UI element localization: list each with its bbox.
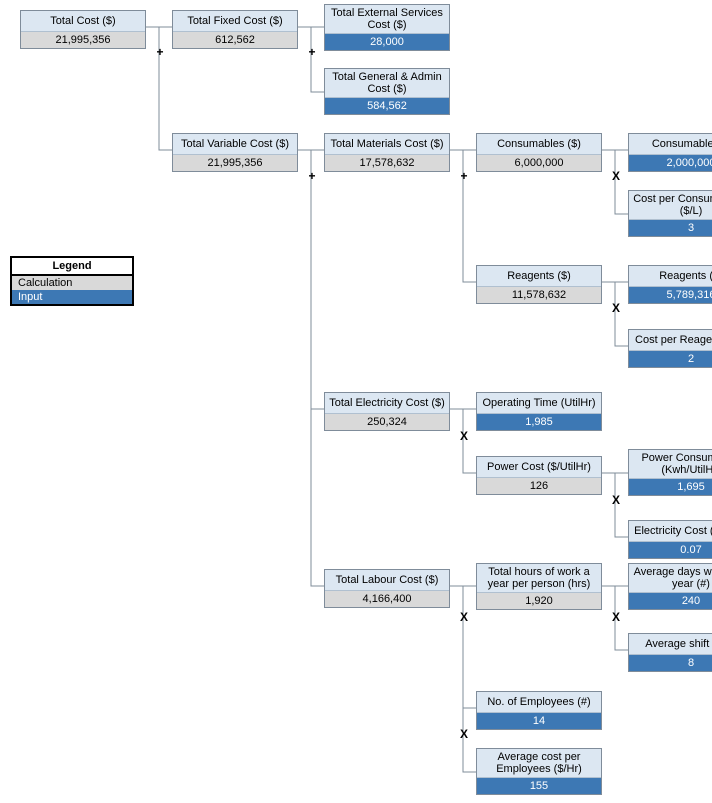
op-times: X [458,430,470,442]
node-value: 5,789,316 [629,287,712,303]
node-title: Electricity Cost ($/Kwh) [629,521,712,542]
node-value: 1,695 [629,479,712,495]
node-power-cost: Power Cost ($/UtilHr) 126 [476,456,602,495]
op-plus: + [306,46,318,58]
node-title: Consumable (L) [629,134,712,155]
node-title: Average days worked a year (#) [629,564,712,593]
node-value: 1,920 [477,593,601,609]
op-times: X [458,611,470,623]
op-times: X [610,170,622,182]
node-total-materials: Total Materials Cost ($) 17,578,632 [324,133,450,172]
node-value: 4,166,400 [325,591,449,607]
node-value: 8 [629,655,712,671]
node-value: 2,000,000 [629,155,712,171]
node-reagents: Reagents ($) 11,578,632 [476,265,602,304]
node-hours-per-person: Total hours of work a year per person (h… [476,563,602,610]
node-ext-services: Total External Services Cost ($) 28,000 [324,4,450,51]
node-consumable-l: Consumable (L) 2,000,000 [628,133,712,172]
node-reagents-l: Reagents (L) 5,789,316 [628,265,712,304]
node-consumables: Consumables ($) 6,000,000 [476,133,602,172]
node-title: Reagents ($) [477,266,601,287]
legend-title: Legend [12,258,132,276]
node-title: Average cost per Employees ($/Hr) [477,749,601,778]
node-avg-days: Average days worked a year (#) 240 [628,563,712,610]
node-title: Total Labour Cost ($) [325,570,449,591]
node-title: Total Fixed Cost ($) [173,11,297,32]
node-title: Average shift (Hrs) [629,634,712,655]
node-value: 11,578,632 [477,287,601,303]
node-title: Total General & Admin Cost ($) [325,69,449,98]
node-value: 126 [477,478,601,494]
node-value: 3 [629,220,712,236]
node-value: 17,578,632 [325,155,449,171]
node-title: Operating Time (UtilHr) [477,393,601,414]
node-cost-per-reagent: Cost per Reagent ($/L) 2 [628,329,712,368]
node-total-labour: Total Labour Cost ($) 4,166,400 [324,569,450,608]
op-times: X [610,494,622,506]
node-total-cost: Total Cost ($) 21,995,356 [20,10,146,49]
node-title: No. of Employees (#) [477,692,601,713]
node-elec-cost: Electricity Cost ($/Kwh) 0.07 [628,520,712,559]
op-plus: + [306,170,318,182]
legend-row-input: Input [12,290,132,304]
node-total-elec: Total Electricity Cost ($) 250,324 [324,392,450,431]
node-title: Total Cost ($) [21,11,145,32]
node-value: 155 [477,778,601,794]
node-title: Cost per Consumable L ($/L) [629,191,712,220]
node-title: Total Electricity Cost ($) [325,393,449,414]
node-value: 1,985 [477,414,601,430]
node-avg-cost-emp: Average cost per Employees ($/Hr) 155 [476,748,602,795]
node-num-emp: No. of Employees (#) 14 [476,691,602,730]
node-value: 584,562 [325,98,449,114]
node-title: Total hours of work a year per person (h… [477,564,601,593]
node-value: 14 [477,713,601,729]
node-value: 2 [629,351,712,367]
node-title: Consumables ($) [477,134,601,155]
node-gen-admin: Total General & Admin Cost ($) 584,562 [324,68,450,115]
node-title: Total Materials Cost ($) [325,134,449,155]
node-value: 0.07 [629,542,712,558]
node-value: 250,324 [325,414,449,430]
node-value: 612,562 [173,32,297,48]
node-value: 240 [629,593,712,609]
node-title: Power Cost ($/UtilHr) [477,457,601,478]
node-op-time: Operating Time (UtilHr) 1,985 [476,392,602,431]
node-value: 21,995,356 [21,32,145,48]
op-plus: + [458,170,470,182]
node-cost-per-cons-l: Cost per Consumable L ($/L) 3 [628,190,712,237]
node-value: 28,000 [325,34,449,50]
legend-row-calc: Calculation [12,276,132,290]
node-power-cons: Power Consumption (Kwh/UtilHr) 1,695 [628,449,712,496]
op-times: X [610,611,622,623]
node-title: Total External Services Cost ($) [325,5,449,34]
node-title: Total Variable Cost ($) [173,134,297,155]
node-value: 6,000,000 [477,155,601,171]
op-times: X [458,728,470,740]
op-times: X [610,302,622,314]
op-plus: + [154,46,166,58]
node-title: Cost per Reagent ($/L) [629,330,712,351]
node-value: 21,995,356 [173,155,297,171]
node-avg-shift: Average shift (Hrs) 8 [628,633,712,672]
legend: Legend Calculation Input [10,256,134,306]
node-title: Reagents (L) [629,266,712,287]
node-total-fixed: Total Fixed Cost ($) 612,562 [172,10,298,49]
node-title: Power Consumption (Kwh/UtilHr) [629,450,712,479]
node-total-var: Total Variable Cost ($) 21,995,356 [172,133,298,172]
